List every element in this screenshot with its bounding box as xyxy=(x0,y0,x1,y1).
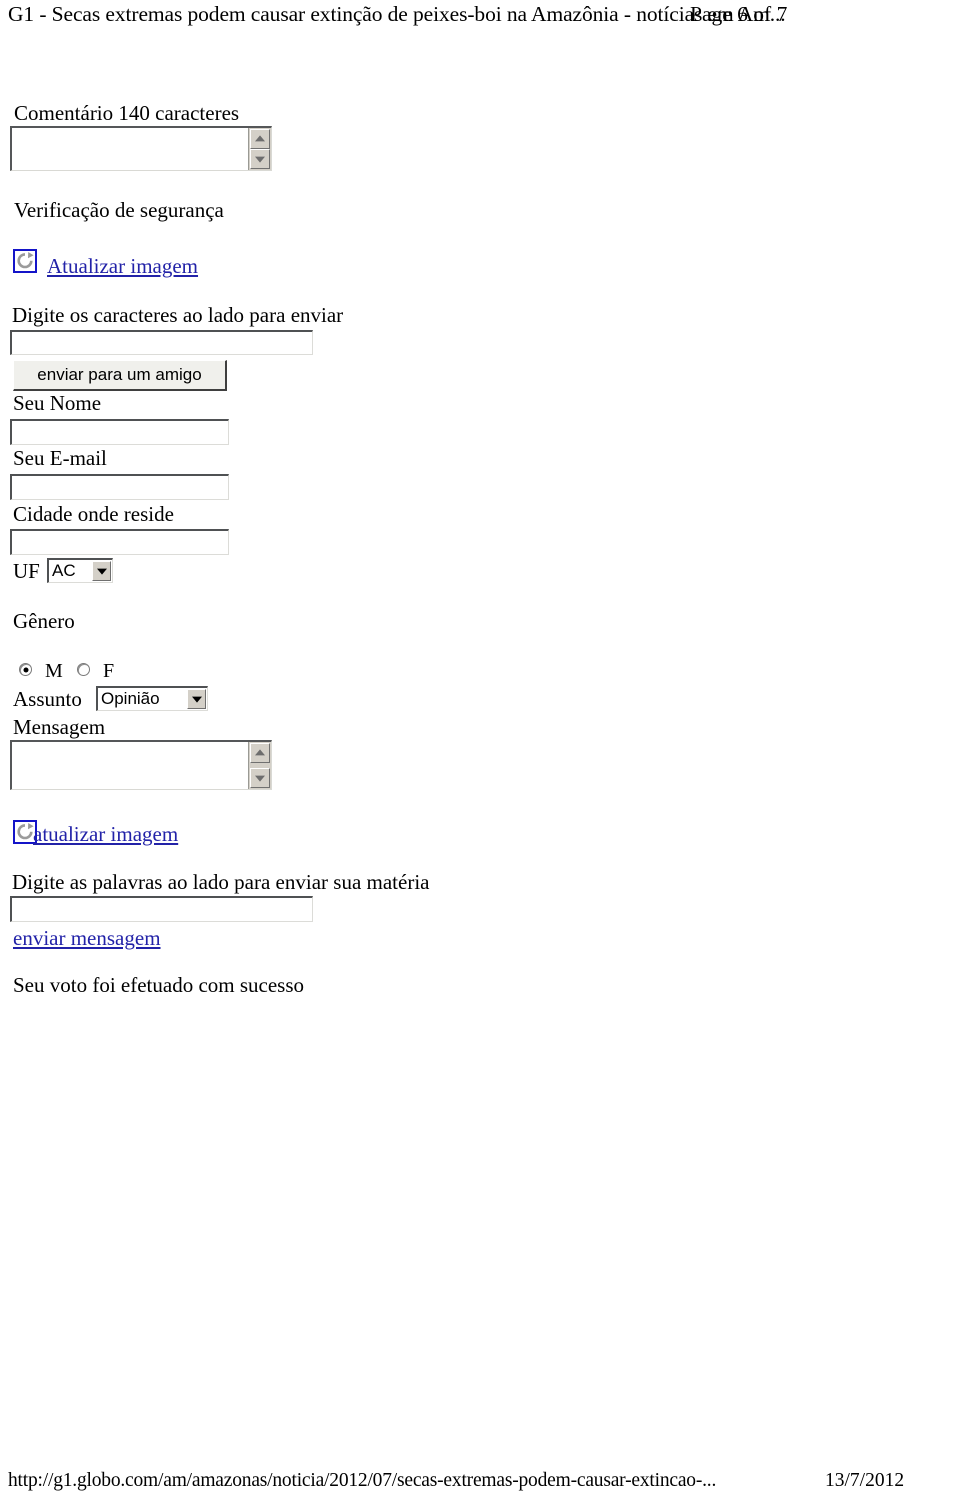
comment-scrollbar[interactable] xyxy=(248,128,271,170)
comment-textarea[interactable] xyxy=(10,126,272,171)
message-scrollbar[interactable] xyxy=(248,742,271,789)
vote-status-text: Seu voto foi efetuado com sucesso xyxy=(13,973,305,997)
gender-radio-female[interactable] xyxy=(77,663,90,676)
footer-url: http://g1.globo.com/am/amazonas/noticia/… xyxy=(8,1470,717,1491)
captcha-bottom-input[interactable] xyxy=(10,896,313,922)
send-to-friend-button[interactable]: enviar para um amigo xyxy=(13,360,227,391)
page-indicator: Page 6 of 7 xyxy=(690,2,788,26)
uf-select-value: AC xyxy=(52,561,76,580)
scroll-down-arrow-icon[interactable] xyxy=(250,768,270,788)
captcha-top-label: Digite os caracteres ao lado para enviar xyxy=(12,303,344,327)
refresh-image-link-top[interactable]: Atualizar imagem xyxy=(47,256,198,277)
chevron-down-icon[interactable] xyxy=(187,689,206,709)
city-input[interactable] xyxy=(10,529,229,555)
send-message-link[interactable]: enviar mensagem xyxy=(13,928,161,949)
email-input[interactable] xyxy=(10,474,229,500)
name-input[interactable] xyxy=(10,419,229,445)
uf-label: UF xyxy=(13,559,40,583)
gender-radio-male[interactable] xyxy=(19,663,32,676)
refresh-image-link-bottom[interactable]: atualizar imagem xyxy=(33,824,178,845)
page-header: G1 - Secas extremas podem causar extinçã… xyxy=(0,2,960,32)
footer-date: 13/7/2012 xyxy=(825,1470,905,1491)
security-check-heading: Verificação de segurança xyxy=(14,198,224,222)
scroll-up-arrow-icon[interactable] xyxy=(250,743,270,763)
uf-select[interactable]: AC xyxy=(47,558,113,583)
gender-male-label: M xyxy=(45,660,63,682)
subject-select[interactable]: Opinião xyxy=(96,686,208,711)
chevron-down-icon[interactable] xyxy=(92,561,111,581)
comment-label: Comentário 140 caracteres xyxy=(14,101,240,125)
name-label: Seu Nome xyxy=(13,391,102,415)
page-title: G1 - Secas extremas podem causar extinçã… xyxy=(8,2,786,26)
city-label: Cidade onde reside xyxy=(13,502,174,526)
message-textarea[interactable] xyxy=(10,740,272,790)
scroll-down-arrow-icon[interactable] xyxy=(250,149,270,169)
email-label: Seu E-mail xyxy=(13,446,107,470)
gender-female-label: F xyxy=(103,660,115,682)
subject-label: Assunto xyxy=(13,687,82,711)
captcha-top-input[interactable] xyxy=(10,330,313,355)
captcha-bottom-label: Digite as palavras ao lado para enviar s… xyxy=(12,870,430,894)
scroll-up-arrow-icon[interactable] xyxy=(250,129,270,149)
page-footer: http://g1.globo.com/am/amazonas/noticia/… xyxy=(0,1470,960,1498)
gender-label: Gênero xyxy=(13,609,75,633)
refresh-icon[interactable] xyxy=(13,249,37,273)
message-label: Mensagem xyxy=(13,715,106,739)
subject-select-value: Opinião xyxy=(101,689,160,708)
